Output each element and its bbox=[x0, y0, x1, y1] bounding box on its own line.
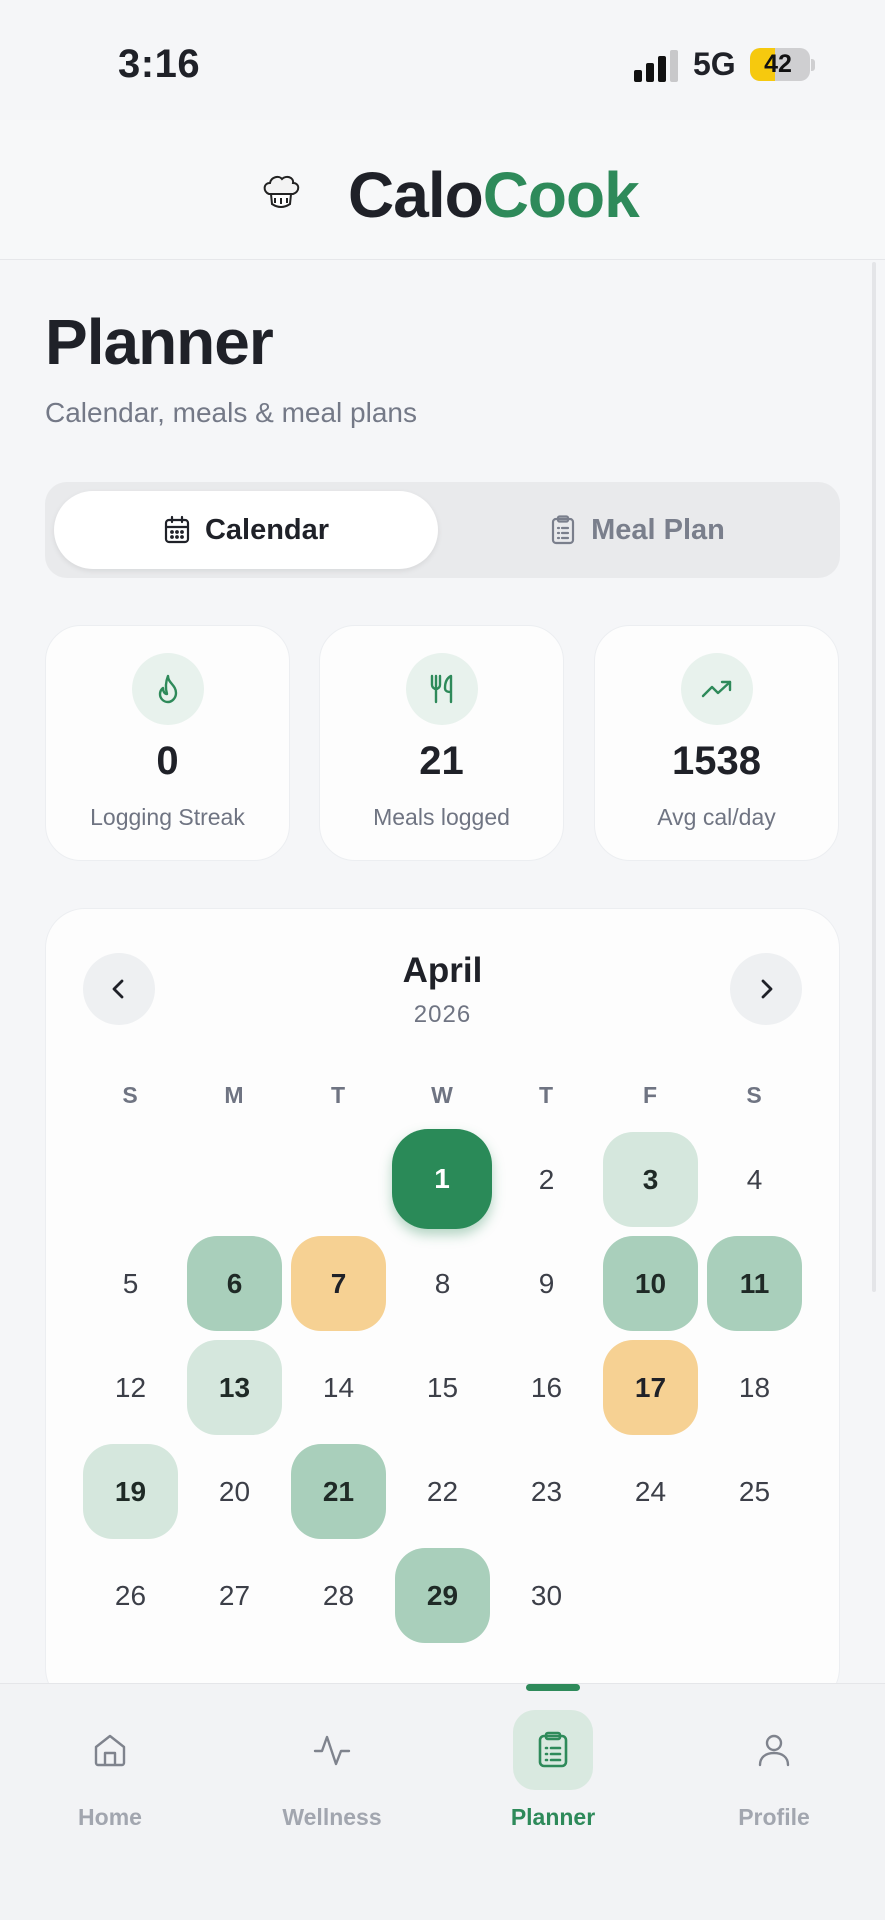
stat-label: Avg cal/day bbox=[657, 804, 776, 830]
weekday-label: T bbox=[538, 1082, 554, 1108]
stat-label: Meals logged bbox=[373, 804, 510, 830]
weekday-label: T bbox=[330, 1082, 346, 1108]
calendar-day[interactable]: 15 bbox=[395, 1340, 490, 1435]
stat-label: Logging Streak bbox=[90, 804, 245, 830]
calendar-day[interactable]: 13 bbox=[187, 1340, 282, 1435]
calendar-day[interactable]: 4 bbox=[707, 1132, 802, 1227]
calendar-day[interactable]: 25 bbox=[707, 1444, 802, 1539]
activity-icon bbox=[313, 1735, 351, 1766]
status-time: 3:16 bbox=[118, 42, 201, 86]
nav-planner[interactable]: Planner bbox=[473, 1710, 633, 1831]
calendar-day[interactable]: 2 bbox=[499, 1132, 594, 1227]
calendar-day[interactable]: 11 bbox=[707, 1236, 802, 1331]
calendar-day[interactable]: 5 bbox=[83, 1236, 178, 1331]
calendar-day[interactable]: 3 bbox=[603, 1132, 698, 1227]
stat-card-logging-streak[interactable]: 0 Logging Streak bbox=[45, 625, 290, 861]
active-tab-indicator bbox=[526, 1684, 580, 1691]
calendar-year: 2026 bbox=[413, 1001, 472, 1028]
calendar-day[interactable]: 16 bbox=[499, 1340, 594, 1435]
calendar-day[interactable]: 20 bbox=[187, 1444, 282, 1539]
next-month-button[interactable] bbox=[730, 953, 802, 1025]
stat-value: 21 bbox=[419, 739, 464, 783]
stat-value: 0 bbox=[156, 739, 179, 783]
stat-card-avg-calories[interactable]: 1538 Avg cal/day bbox=[594, 625, 839, 861]
chef-hat-icon bbox=[263, 175, 300, 208]
signal-icon bbox=[634, 50, 680, 82]
weekday-label: M bbox=[224, 1082, 244, 1108]
nav-label: Home bbox=[78, 1804, 142, 1830]
calendar-day[interactable]: 29 bbox=[395, 1548, 490, 1643]
calendar-day[interactable]: 8 bbox=[395, 1236, 490, 1331]
chevron-right-icon bbox=[761, 979, 773, 999]
scrollbar[interactable] bbox=[872, 262, 876, 1292]
calendar-month: April bbox=[402, 951, 483, 990]
clipboard-icon bbox=[538, 1731, 568, 1768]
calendar-day[interactable]: 14 bbox=[291, 1340, 386, 1435]
calendar-day[interactable]: 26 bbox=[83, 1548, 178, 1643]
calendar-day[interactable]: 9 bbox=[499, 1236, 594, 1331]
calendar-day[interactable]: 24 bbox=[603, 1444, 698, 1539]
calendar-day-today[interactable]: 1 bbox=[392, 1129, 492, 1229]
calendar-day[interactable]: 18 bbox=[707, 1340, 802, 1435]
battery-icon: 42 bbox=[750, 48, 810, 81]
calendar-day[interactable]: 27 bbox=[187, 1548, 282, 1643]
calendar-day[interactable]: 23 bbox=[499, 1444, 594, 1539]
tab-meal-plan-label: Meal Plan bbox=[591, 513, 725, 546]
nav-home[interactable]: Home bbox=[30, 1710, 190, 1831]
calendar-day[interactable]: 22 bbox=[395, 1444, 490, 1539]
tab-calendar[interactable]: Calendar bbox=[54, 491, 438, 569]
weekday-label: S bbox=[122, 1082, 138, 1108]
calendar-day[interactable]: 30 bbox=[499, 1548, 594, 1643]
brand-name-part2: Cook bbox=[482, 159, 640, 231]
utensils-icon bbox=[430, 674, 453, 704]
calendar-day[interactable]: 10 bbox=[603, 1236, 698, 1331]
calendar-day[interactable]: 19 bbox=[83, 1444, 178, 1539]
page-subtitle: Calendar, meals & meal plans bbox=[45, 397, 417, 428]
calendar-day[interactable]: 7 bbox=[291, 1236, 386, 1331]
app-header: CaloCook bbox=[0, 120, 885, 260]
tab-calendar-label: Calendar bbox=[204, 513, 330, 546]
flame-icon bbox=[158, 674, 178, 704]
nav-profile[interactable]: Profile bbox=[694, 1710, 854, 1831]
stat-value: 1538 bbox=[672, 739, 761, 783]
weekday-label: W bbox=[431, 1082, 453, 1108]
view-tabs: Calendar Meal Plan bbox=[45, 482, 840, 578]
network-type: 5G bbox=[693, 46, 736, 82]
nav-wellness[interactable]: Wellness bbox=[252, 1710, 412, 1831]
calendar-day[interactable]: 12 bbox=[83, 1340, 178, 1435]
clipboard-icon bbox=[552, 515, 575, 545]
calendar-day[interactable]: 28 bbox=[291, 1548, 386, 1643]
calendar-day[interactable]: 17 bbox=[603, 1340, 698, 1435]
user-icon bbox=[758, 1734, 790, 1767]
calendar-day[interactable]: 21 bbox=[291, 1444, 386, 1539]
bottom-nav: Home Wellness Planner Profile bbox=[0, 1683, 885, 1920]
brand-name-part1: Calo bbox=[348, 159, 484, 231]
page-title: Planner bbox=[45, 306, 274, 378]
battery-level: 42 bbox=[764, 50, 792, 78]
nav-label: Profile bbox=[738, 1804, 810, 1830]
stat-card-meals-logged[interactable]: 21 Meals logged bbox=[319, 625, 564, 861]
calendar-day[interactable]: 6 bbox=[187, 1236, 282, 1331]
weekday-label: S bbox=[746, 1082, 762, 1108]
nav-label: Wellness bbox=[282, 1804, 382, 1830]
home-icon bbox=[94, 1734, 126, 1767]
tab-meal-plan[interactable]: Meal Plan bbox=[443, 491, 831, 569]
weekday-label: F bbox=[642, 1082, 658, 1108]
brand-logo[interactable]: CaloCook bbox=[348, 158, 640, 232]
nav-label: Planner bbox=[510, 1804, 596, 1830]
calendar-icon bbox=[164, 515, 190, 544]
trend-up-icon bbox=[701, 680, 732, 698]
status-bar: 3:16 5G 42 bbox=[0, 0, 885, 120]
calendar-card: April 2026 SMTWTFS 1 2 3 4 5 6 7 8 9 10 11 12 13 14 15… bbox=[45, 908, 840, 1708]
